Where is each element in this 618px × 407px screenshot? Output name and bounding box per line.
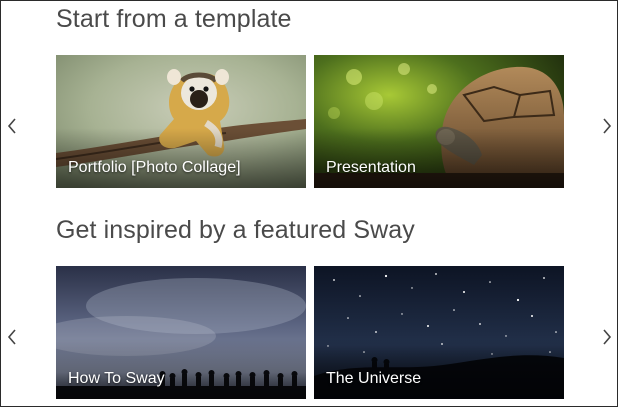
card-label: How To Sway bbox=[68, 370, 165, 387]
chevron-right-icon bbox=[603, 329, 612, 345]
template-card-presentation[interactable]: Presentation bbox=[314, 55, 564, 188]
card-label: The Universe bbox=[326, 370, 422, 387]
sway-gallery: Start from a template Portfolio [Photo C… bbox=[0, 0, 618, 407]
featured-card-the-universe[interactable]: The Universe bbox=[314, 266, 564, 399]
section-title-featured: Get inspired by a featured Sway bbox=[56, 216, 415, 244]
template-card-portfolio[interactable]: Portfolio [Photo Collage] bbox=[56, 55, 306, 188]
card-label: Portfolio [Photo Collage] bbox=[68, 159, 241, 176]
featured-previous-button[interactable] bbox=[1, 322, 23, 352]
featured-card-how-to-sway[interactable]: How To Sway bbox=[56, 266, 306, 399]
chevron-right-icon bbox=[603, 118, 612, 134]
templates-previous-button[interactable] bbox=[1, 111, 23, 141]
templates-next-button[interactable] bbox=[596, 111, 617, 141]
card-label: Presentation bbox=[326, 159, 416, 176]
chevron-left-icon bbox=[7, 118, 16, 134]
chevron-left-icon bbox=[7, 329, 16, 345]
section-title-templates: Start from a template bbox=[56, 5, 292, 33]
featured-next-button[interactable] bbox=[596, 322, 617, 352]
